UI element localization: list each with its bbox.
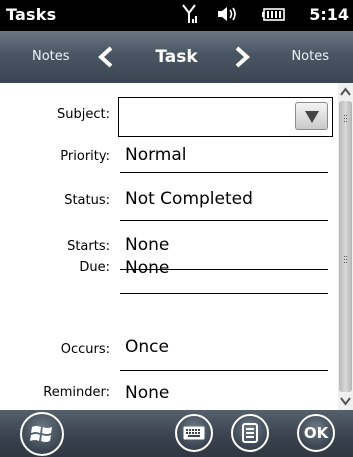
menu-button[interactable] bbox=[231, 414, 269, 452]
occurs-underline bbox=[120, 370, 328, 371]
chevron-right-icon[interactable] bbox=[233, 46, 251, 68]
status-bar: Tasks 5:14 bbox=[0, 0, 353, 31]
scroll-down-icon[interactable] bbox=[339, 394, 352, 408]
reminder-value[interactable]: None bbox=[125, 383, 169, 403]
status-underline bbox=[120, 220, 328, 221]
due-label: Due: bbox=[79, 260, 110, 275]
keyboard-button[interactable] bbox=[175, 414, 213, 452]
menu-icon bbox=[242, 423, 258, 443]
scroll-up-icon[interactable] bbox=[339, 85, 352, 99]
volume-icon[interactable] bbox=[215, 3, 239, 25]
subject-label: Subject: bbox=[57, 107, 110, 122]
subject-field[interactable] bbox=[118, 97, 333, 137]
occurs-label: Occurs: bbox=[60, 342, 110, 357]
nav-notes-right-button[interactable]: Notes bbox=[291, 31, 329, 83]
grip-icon bbox=[344, 256, 347, 263]
starts-label: Starts: bbox=[67, 239, 110, 254]
start-button[interactable] bbox=[20, 412, 64, 456]
windows-start-icon bbox=[30, 426, 52, 442]
keyboard-icon bbox=[183, 426, 205, 440]
app-title: Tasks bbox=[6, 5, 57, 24]
ok-label: OK bbox=[303, 424, 329, 442]
battery-icon[interactable] bbox=[261, 3, 287, 25]
status-value[interactable]: Not Completed bbox=[125, 189, 253, 209]
ok-button[interactable]: OK bbox=[297, 414, 335, 452]
task-form: Subject: Priority: Normal Status: Not Co… bbox=[0, 83, 353, 410]
priority-underline bbox=[120, 172, 328, 173]
bottom-toolbar: OK bbox=[0, 410, 353, 457]
status-label: Status: bbox=[64, 193, 110, 208]
grip-icon bbox=[344, 115, 347, 122]
due-value[interactable]: None bbox=[125, 258, 169, 278]
scrollbar[interactable] bbox=[338, 83, 353, 410]
starts-value[interactable]: None bbox=[125, 235, 169, 255]
due-underline bbox=[120, 293, 328, 294]
clock[interactable]: 5:14 bbox=[309, 5, 349, 24]
subject-dropdown-button[interactable] bbox=[295, 102, 328, 130]
scroll-thumb[interactable] bbox=[339, 101, 352, 392]
priority-value[interactable]: Normal bbox=[125, 145, 187, 165]
triangle-down-icon bbox=[305, 111, 319, 123]
signal-icon[interactable] bbox=[181, 3, 199, 25]
reminder-label: Reminder: bbox=[43, 385, 110, 400]
priority-label: Priority: bbox=[60, 149, 110, 164]
occurs-value[interactable]: Once bbox=[125, 337, 169, 357]
navigation-bar: Notes Task Notes bbox=[0, 31, 353, 83]
